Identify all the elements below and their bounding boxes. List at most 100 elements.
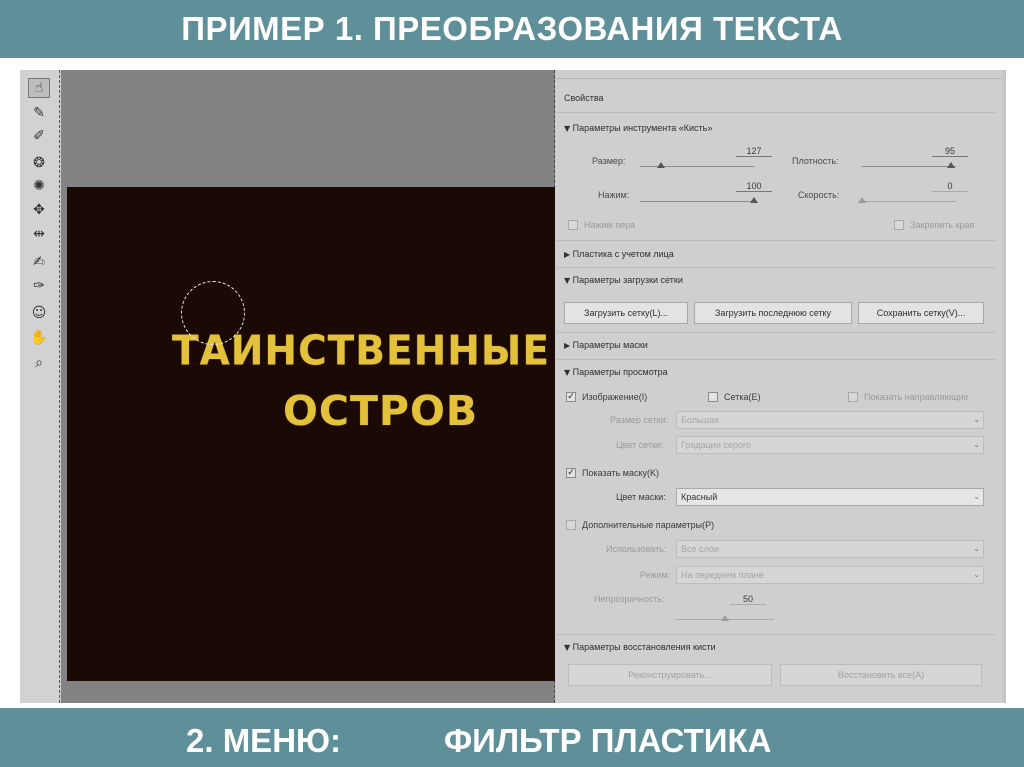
expand-arrow-icon: ▼ (564, 124, 571, 133)
opacity-value[interactable]: 50 (730, 594, 766, 605)
twirl-tool-icon[interactable]: ❂ (28, 153, 50, 173)
rate-slider[interactable] (862, 201, 956, 202)
footer-menu-label: 2. МЕНЮ: (186, 722, 342, 759)
rate-slider-thumb[interactable] (858, 197, 866, 203)
rate-label: Скорость: (798, 190, 840, 200)
mode-label: Режим: (640, 570, 671, 580)
show-mask-checkbox[interactable]: ✓ (566, 468, 576, 478)
freeze-mask-tool-icon[interactable]: ✍ (28, 252, 50, 272)
divider (556, 112, 996, 113)
mesh-load-section-header[interactable]: ▼ Параметры загрузки сетки (564, 275, 683, 285)
panel-top-border (556, 78, 1002, 79)
load-mesh-button[interactable]: Загрузить сетку(L)... (564, 302, 688, 324)
face-section-header[interactable]: ▶ Пластика с учетом лица (564, 249, 674, 259)
mask-color-select[interactable]: Красный ⌄ (676, 488, 984, 506)
opacity-label: Непрозрачность: (594, 594, 665, 604)
chevron-down-icon: ⌄ (973, 415, 980, 424)
mesh-color-label: Цвет сетки: (616, 440, 664, 450)
reconstruct-tool-icon[interactable]: ✎ (28, 103, 50, 123)
density-value[interactable]: 95 (932, 146, 968, 157)
pin-edges-label: Закрепить края (910, 220, 975, 230)
pressure-slider-thumb[interactable] (750, 197, 758, 203)
reconstruct-button[interactable]: Реконструировать... (568, 664, 772, 686)
slide-footer-banner: 2. МЕНЮ: ФИЛЬТР ПЛАСТИКА (0, 708, 1024, 767)
mesh-color-value: Градации серого (681, 440, 751, 450)
rate-value[interactable]: 0 (932, 181, 968, 192)
mask-color-label: Цвет маски: (616, 492, 666, 502)
use-label: Использовать: (606, 544, 667, 554)
divider (556, 359, 996, 360)
expand-arrow-icon: ▼ (564, 643, 571, 652)
mode-value: На переднем плане (681, 570, 764, 580)
show-mesh-checkbox[interactable] (708, 392, 718, 402)
preview-canvas[interactable]: ТАИНСТВЕННЫЕ ОСТРОВ (61, 70, 555, 703)
liquify-window: ☝ ✎ ✐ ❂ ✺ ✥ ⇹ ✍ ✑ ☺ ✋ ⌕ ТАИНСТВЕННЫЕ ОСТ… (20, 70, 1006, 703)
backdrop-label: Дополнительные параметры(P) (582, 520, 715, 530)
stylus-pressure-checkbox[interactable] (568, 220, 578, 230)
view-section-header[interactable]: ▼ Параметры просмотра (564, 367, 668, 377)
use-select[interactable]: Все слои ⌄ (676, 540, 984, 558)
pin-edges-checkbox[interactable] (894, 220, 904, 230)
show-guides-label: Показать направляющие (864, 392, 969, 402)
size-label: Размер: (592, 156, 626, 166)
backdrop-checkbox[interactable] (566, 520, 576, 530)
density-label: Плотность: (792, 156, 839, 166)
collapse-arrow-icon: ▶ (564, 341, 571, 350)
restore-section-label: Параметры восстановления кисти (572, 642, 716, 652)
mesh-color-select[interactable]: Градации серого ⌄ (676, 436, 984, 454)
save-mesh-button[interactable]: Сохранить сетку(V)... (858, 302, 984, 324)
restore-section-header[interactable]: ▼ Параметры восстановления кисти (564, 642, 716, 652)
tools-panel: ☝ ✎ ✐ ❂ ✺ ✥ ⇹ ✍ ✑ ☺ ✋ ⌕ (20, 70, 60, 703)
hand-tool-icon[interactable]: ✋ (28, 328, 50, 348)
use-value: Все слои (681, 544, 719, 554)
opacity-slider-thumb[interactable] (721, 615, 729, 621)
footer-filter-name: ФИЛЬТР ПЛАСТИКА (444, 722, 772, 759)
zoom-tool-icon[interactable]: ⌕ (28, 353, 50, 373)
properties-panel: Свойства ▼ Параметры инструмента «Кисть»… (556, 82, 1002, 703)
panel-scrollbar[interactable] (1003, 70, 1006, 703)
pressure-value[interactable]: 100 (736, 181, 772, 192)
density-slider[interactable] (862, 166, 956, 167)
mask-section-header[interactable]: ▶ Параметры маски (564, 340, 648, 350)
size-slider-thumb[interactable] (656, 162, 665, 168)
face-section-label: Пластика с учетом лица (572, 249, 674, 259)
divider (556, 332, 996, 333)
face-tool-icon[interactable]: ☺ (28, 303, 50, 323)
divider (556, 634, 996, 635)
mesh-size-value: Большая (681, 415, 719, 425)
size-value[interactable]: 127 (736, 146, 772, 157)
show-image-label: Изображение(I) (582, 392, 648, 402)
restore-all-button[interactable]: Восстановить все(A) (780, 664, 982, 686)
show-mask-label: Показать маску(K) (582, 468, 659, 478)
mode-select[interactable]: На переднем плане ⌄ (676, 566, 984, 584)
divider (556, 267, 996, 268)
thaw-mask-tool-icon[interactable]: ✑ (28, 276, 50, 296)
chevron-down-icon: ⌄ (973, 570, 980, 579)
view-section-label: Параметры просмотра (572, 367, 668, 377)
chevron-down-icon: ⌄ (973, 492, 980, 501)
mesh-size-label: Размер сетки: (610, 415, 669, 425)
slide-title: ПРИМЕР 1. ПРЕОБРАЗОВАНИЯ ТЕКСТА (181, 10, 843, 47)
chevron-down-icon: ⌄ (973, 440, 980, 449)
canvas-text-line2: ОСТРОВ (283, 387, 479, 435)
show-image-checkbox[interactable]: ✓ (566, 392, 576, 402)
pucker-tool-icon[interactable]: ✺ (28, 176, 50, 196)
forward-warp-tool-icon[interactable]: ☝ (28, 78, 50, 98)
show-mesh-label: Сетка(E) (724, 392, 761, 402)
density-slider-thumb[interactable] (947, 162, 956, 168)
bloat-tool-icon[interactable]: ✥ (28, 200, 50, 220)
show-guides-checkbox[interactable] (848, 392, 858, 402)
collapse-arrow-icon: ▶ (564, 250, 571, 259)
mesh-size-select[interactable]: Большая ⌄ (676, 411, 984, 429)
push-left-tool-icon[interactable]: ⇹ (28, 224, 50, 244)
divider (556, 240, 996, 241)
pressure-slider[interactable] (640, 201, 754, 202)
document-image[interactable]: ТАИНСТВЕННЫЕ ОСТРОВ (67, 187, 555, 681)
mesh-load-section-label: Параметры загрузки сетки (572, 275, 683, 285)
brush-section-label: Параметры инструмента «Кисть» (572, 123, 713, 133)
smooth-tool-icon[interactable]: ✐ (28, 126, 50, 146)
load-last-mesh-button[interactable]: Загрузить последнюю сетку (694, 302, 852, 324)
chevron-down-icon: ⌄ (973, 544, 980, 553)
panel-title: Свойства (564, 93, 604, 103)
brush-section-header[interactable]: ▼ Параметры инструмента «Кисть» (564, 123, 712, 133)
